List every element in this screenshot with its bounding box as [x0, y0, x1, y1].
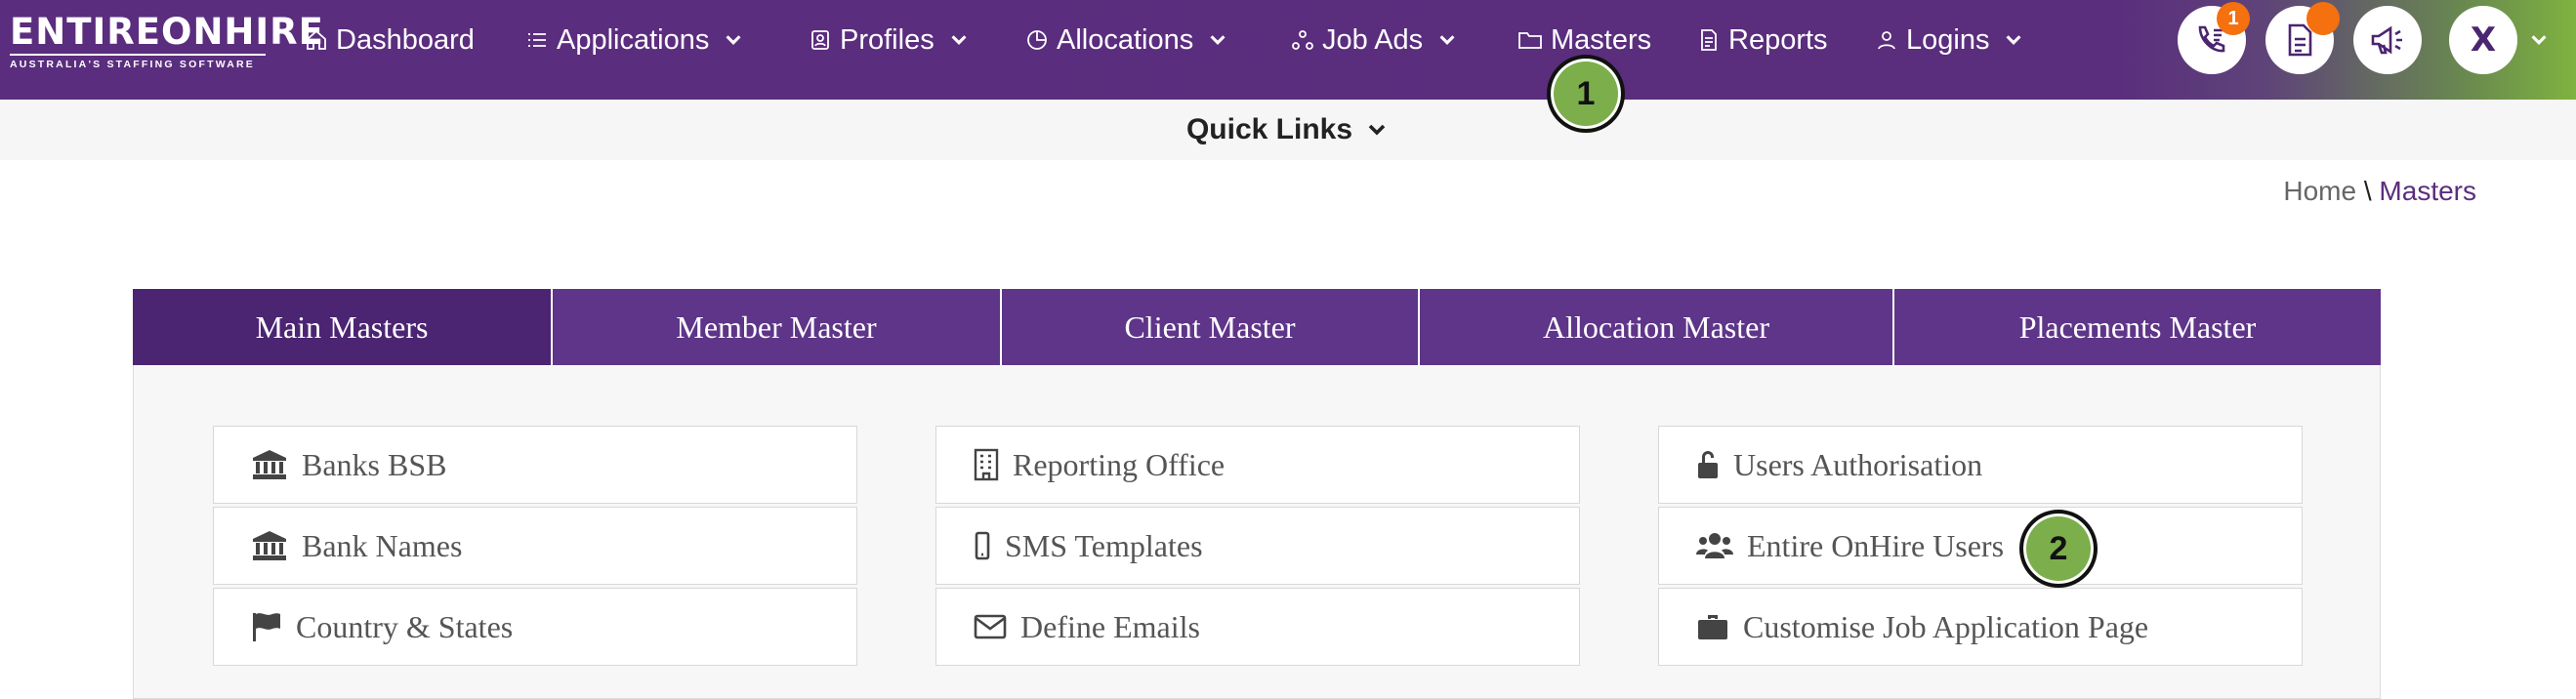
- documents-notification-dot: [2306, 2, 2340, 35]
- chevron-down-icon: [726, 35, 741, 45]
- breadcrumb-current: Masters: [2379, 176, 2476, 206]
- user-avatar[interactable]: X: [2449, 6, 2517, 74]
- card-customise-job-application[interactable]: Customise Job Application Page: [1658, 588, 2303, 666]
- pie-icon: [1027, 30, 1047, 50]
- chevron-down-icon: [951, 35, 967, 45]
- step-marker-2: 2: [2019, 510, 2098, 588]
- mobile-icon: [975, 531, 990, 560]
- breadcrumb-separator: \: [2363, 176, 2372, 206]
- chevron-down-icon[interactable]: [2527, 29, 2551, 51]
- id-badge-icon: [811, 30, 829, 50]
- list-icon: [528, 33, 546, 47]
- step-marker-1: 1: [1547, 55, 1625, 133]
- document-icon: [1701, 29, 1717, 51]
- announcements-button[interactable]: [2353, 6, 2422, 74]
- breadcrumb: Home \ Masters: [2283, 176, 2476, 207]
- card-users-authorisation[interactable]: Users Authorisation: [1658, 426, 2303, 504]
- card-sms-templates[interactable]: SMS Templates: [935, 507, 1580, 585]
- nav-dashboard[interactable]: Dashboard: [305, 0, 475, 80]
- users-icon: [1696, 533, 1733, 558]
- building-icon: [974, 448, 999, 481]
- chevron-down-icon: [1210, 35, 1226, 45]
- breadcrumb-home[interactable]: Home: [2283, 176, 2356, 206]
- megaphone-icon: [2371, 25, 2402, 55]
- nav-reports[interactable]: Reports: [1697, 0, 1828, 80]
- home-icon: [307, 29, 326, 50]
- chevron-down-icon: [1439, 35, 1455, 45]
- call-count-badge: 1: [2217, 2, 2250, 35]
- brand-logo[interactable]: ENTIREONHIRE AUSTRALIA'S STAFFING SOFTWA…: [10, 14, 323, 70]
- briefcase-icon: [1698, 615, 1727, 639]
- tab-allocation-master[interactable]: Allocation Master: [1420, 289, 1894, 365]
- nav-job-ads[interactable]: Job Ads: [1291, 0, 1458, 80]
- nav-logins[interactable]: Logins: [1875, 0, 2024, 80]
- nodes-icon: [1292, 30, 1313, 50]
- chevron-down-icon: [2006, 35, 2021, 45]
- tab-client-master[interactable]: Client Master: [1002, 289, 1420, 365]
- tab-member-master[interactable]: Member Master: [553, 289, 1002, 365]
- tab-main-masters[interactable]: Main Masters: [133, 289, 553, 365]
- card-country-states[interactable]: Country & States: [213, 588, 857, 666]
- card-reporting-office[interactable]: Reporting Office: [935, 426, 1580, 504]
- folder-icon: [1518, 32, 1542, 49]
- quick-links-bar[interactable]: Quick Links: [0, 100, 2576, 160]
- nav-allocations[interactable]: Allocations: [1025, 0, 1228, 80]
- chevron-down-icon: [1368, 124, 1386, 136]
- bank-icon: [253, 450, 286, 479]
- envelope-icon: [974, 614, 1007, 639]
- bank-icon: [253, 531, 286, 560]
- card-banks-bsb[interactable]: Banks BSB: [213, 426, 857, 504]
- user-icon: [1878, 31, 1895, 50]
- card-bank-names[interactable]: Bank Names: [213, 507, 857, 585]
- flag-icon: [253, 613, 280, 641]
- nav-profiles[interactable]: Profiles: [809, 0, 970, 80]
- masters-tabs: Main Masters Member Master Client Master…: [133, 289, 2381, 365]
- card-entire-onhire-users[interactable]: Entire OnHire Users: [1658, 507, 2303, 585]
- nav-applications[interactable]: Applications: [525, 0, 744, 80]
- tab-placements-master[interactable]: Placements Master: [1894, 289, 2381, 365]
- quick-links-label: Quick Links: [1185, 113, 1353, 145]
- card-define-emails[interactable]: Define Emails: [935, 588, 1580, 666]
- unlock-icon: [1698, 451, 1718, 478]
